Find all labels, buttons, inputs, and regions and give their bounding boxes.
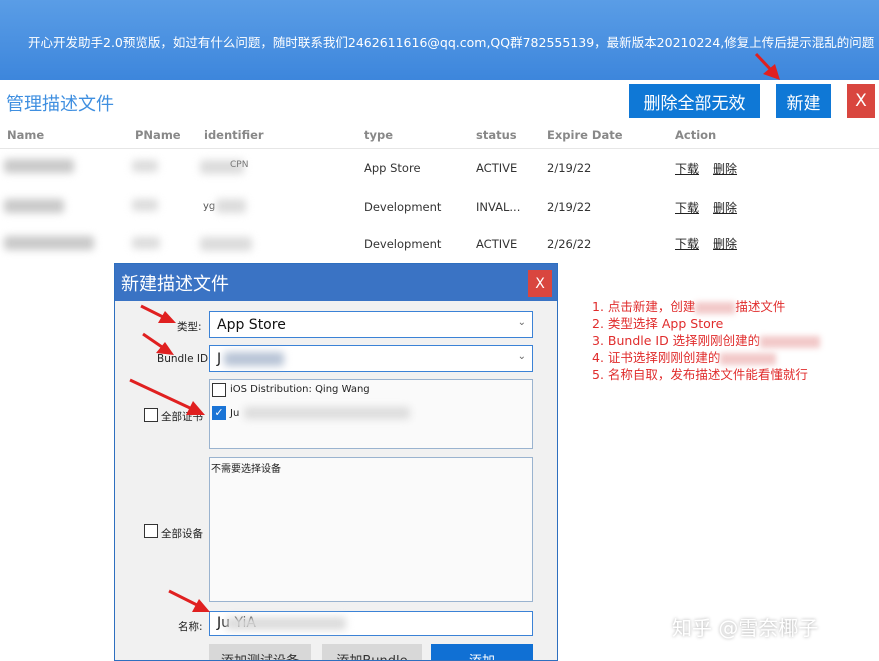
- arrow-icon: [168, 589, 210, 612]
- arrow-icon: [142, 332, 174, 355]
- arrow-icon: [140, 304, 176, 323]
- arrow-icon: [754, 52, 780, 80]
- annotation-arrows: [129, 52, 780, 612]
- watermark: 知乎 @雪奈椰子: [672, 616, 819, 640]
- arrow-icon: [129, 378, 205, 415]
